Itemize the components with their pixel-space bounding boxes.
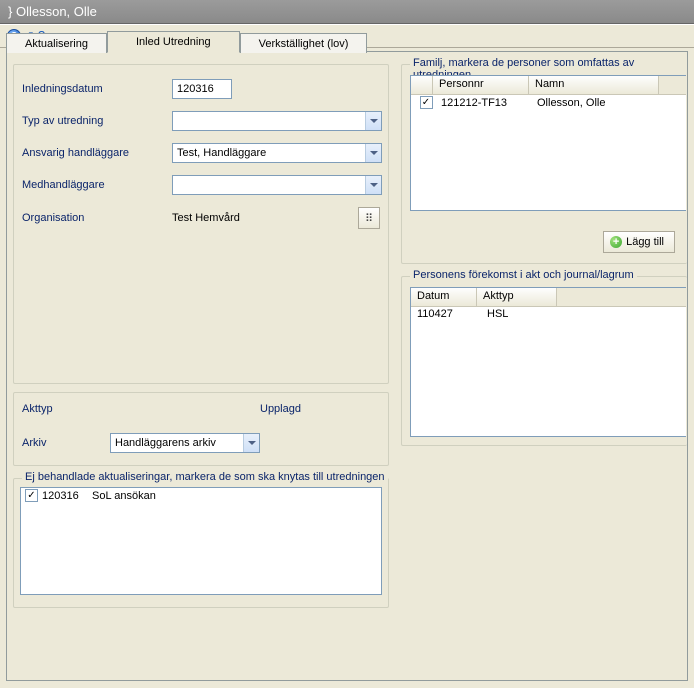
ej-group: Ej behandlade aktualiseringar, markera d… (13, 478, 389, 608)
chevron-down-icon (370, 151, 378, 155)
familj-th-check[interactable] (411, 76, 433, 94)
dropdown-arkiv-button[interactable] (243, 434, 259, 452)
ej-list-row[interactable]: ✓ 120316 SoL ansökan (21, 488, 381, 503)
title-bar: } Ollesson, Olle (0, 0, 694, 24)
familj-group: Familj, markera de personer som omfattas… (401, 64, 687, 264)
forekomst-thead: Datum Akttyp (411, 288, 686, 307)
familj-thead: Personnr Namn (411, 76, 686, 95)
dropdown-typ-button[interactable] (365, 112, 381, 130)
chevron-down-icon (370, 183, 378, 187)
forekomst-row-datum: 110427 (415, 308, 481, 320)
form-group: Inledningsdatum Typ av utredning Ansvari… (13, 64, 389, 384)
window-title: Ollesson, Olle (16, 4, 97, 19)
forekomst-th-datum[interactable]: Datum (411, 288, 477, 306)
label-organisation: Organisation (22, 212, 172, 224)
forekomst-row-akttyp: HSL (481, 308, 508, 320)
value-organisation: Test Hemvård (172, 212, 352, 224)
dropdown-ansvarig[interactable]: Test, Handläggare (172, 143, 382, 163)
dropdown-typ[interactable] (172, 111, 382, 131)
forekomst-table[interactable]: Datum Akttyp 110427 HSL (410, 287, 686, 437)
label-ansvarig: Ansvarig handläggare (22, 147, 172, 159)
dropdown-arkiv[interactable]: Handläggarens arkiv (110, 433, 260, 453)
tab-strip: Aktualisering Inled Utredning Verkställi… (6, 30, 367, 52)
label-typ: Typ av utredning (22, 115, 172, 127)
ej-legend: Ej behandlade aktualiseringar, markera d… (22, 471, 388, 483)
ej-row-date: 120316 (42, 490, 92, 502)
familj-row-checkbox[interactable]: ✓ (420, 96, 433, 109)
label-upplagd: Upplagd (260, 403, 301, 415)
chevron-down-icon (248, 441, 256, 445)
plus-icon: + (610, 236, 622, 248)
forekomst-row[interactable]: 110427 HSL (411, 307, 686, 321)
add-person-label: Lägg till (626, 236, 664, 248)
familj-row-namn: Ollesson, Olle (533, 97, 605, 109)
dropdown-med-button[interactable] (365, 176, 381, 194)
label-medhandlaggare: Medhandläggare (22, 179, 172, 191)
add-person-button[interactable]: + Lägg till (603, 231, 675, 253)
dropdown-ansvarig-text: Test, Handläggare (173, 147, 365, 159)
org-browse-button[interactable]: ⠿ (358, 207, 380, 229)
forekomst-th-akttyp[interactable]: Akttyp (477, 288, 557, 306)
familj-row-personnr: 121212-TF13 (437, 97, 533, 109)
tab-panel: Inledningsdatum Typ av utredning Ansvari… (6, 51, 688, 681)
label-arkiv: Arkiv (22, 437, 110, 449)
label-akttyp: Akttyp (22, 403, 260, 415)
familj-th-personnr[interactable]: Personnr (433, 76, 529, 94)
label-inledningsdatum: Inledningsdatum (22, 83, 172, 95)
dropdown-medhandlaggare[interactable] (172, 175, 382, 195)
tab-aktualisering[interactable]: Aktualisering (6, 33, 107, 53)
forekomst-group: Personens förekomst i akt och journal/la… (401, 276, 687, 446)
dropdown-ansvarig-button[interactable] (365, 144, 381, 162)
ej-row-text: SoL ansökan (92, 490, 156, 502)
akt-group: Akttyp Upplagd Arkiv Handläggarens arkiv (13, 392, 389, 466)
chevron-down-icon (370, 119, 378, 123)
forekomst-legend: Personens förekomst i akt och journal/la… (410, 269, 637, 281)
org-tree-icon: ⠿ (365, 212, 373, 225)
input-inledningsdatum[interactable] (172, 79, 232, 99)
dropdown-arkiv-text: Handläggarens arkiv (111, 437, 243, 449)
familj-th-namn[interactable]: Namn (529, 76, 659, 94)
familj-row[interactable]: ✓ 121212-TF13 Ollesson, Olle (411, 95, 686, 110)
ej-list[interactable]: ✓ 120316 SoL ansökan (20, 487, 382, 595)
tab-inled-utredning[interactable]: Inled Utredning (107, 31, 240, 53)
title-prefix: } (8, 4, 12, 19)
familj-table[interactable]: Personnr Namn ✓ 121212-TF13 Ollesson, Ol… (410, 75, 686, 211)
ej-row-checkbox[interactable]: ✓ (25, 489, 38, 502)
tab-verkstallighet[interactable]: Verkställighet (lov) (240, 33, 368, 53)
